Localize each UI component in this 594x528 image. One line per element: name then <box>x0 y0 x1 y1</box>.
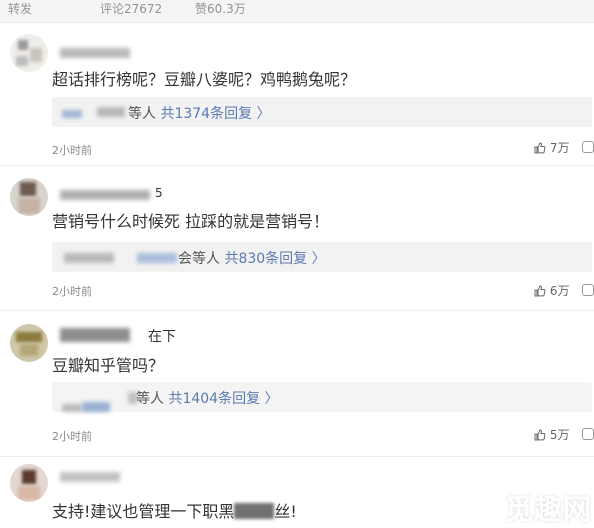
watermark-logo: 觅趣网 <box>505 493 593 526</box>
thumb-up-icon <box>534 142 546 154</box>
text-mosaic <box>234 503 275 519</box>
comment-time: 2小时前 <box>52 144 92 157</box>
like-count-text: 7万 <box>549 141 570 155</box>
username-mosaic[interactable] <box>60 472 120 482</box>
reply-users: 会等人 <box>178 251 220 267</box>
thumb-up-icon <box>534 285 546 297</box>
comment-text: 豆瓣知乎管吗？ <box>52 356 165 375</box>
reply-count-link[interactable]: 共830条回复 <box>224 251 307 267</box>
username-tail[interactable]: 5 <box>155 186 163 200</box>
like-button[interactable]: 5万 <box>534 426 569 443</box>
comment-text-end: 丝! <box>274 502 297 521</box>
divider <box>0 456 594 457</box>
username-mosaic[interactable] <box>60 190 150 200</box>
chevron-right-icon: 〉 <box>311 251 326 267</box>
divider <box>0 310 594 311</box>
reply-users: 等人 <box>128 106 156 122</box>
reply-summary-text: 等人 共1404条回复 〉 <box>136 388 279 408</box>
divider <box>0 165 594 166</box>
comment-time: 2小时前 <box>52 430 92 443</box>
reply-summary[interactable]: 等人 共1404条回复 〉 <box>52 382 592 412</box>
avatar[interactable] <box>10 34 48 72</box>
like-count-text: 6万 <box>549 284 570 298</box>
reply-summary[interactable]: 等人 共1374条回复 〉 <box>52 97 592 127</box>
avatar[interactable] <box>10 324 48 362</box>
comment-item: 5 营销号什么时候死 拉踩的就是营销号！ 会等人 共830条回复 〉 2小时前 … <box>0 170 594 305</box>
comment-text: 营销号什么时候死 拉踩的就是营销号！ <box>52 212 330 231</box>
like-count-text: 5万 <box>549 428 570 442</box>
like-button[interactable]: 7万 <box>534 139 569 156</box>
like-count[interactable]: 赞60.3万 <box>195 0 246 17</box>
like-button[interactable]: 6万 <box>534 282 569 299</box>
comment-time: 2小时前 <box>52 285 92 298</box>
reply-summary[interactable]: 会等人 共830条回复 〉 <box>52 242 592 272</box>
stats-bar: 转发 评论27672 赞60.3万 <box>0 0 594 23</box>
comment-text: 支持!建议也管理一下职黑 丝! <box>52 498 297 522</box>
forward-count[interactable]: 转发 <box>8 0 32 17</box>
comment-bubble-icon[interactable] <box>582 428 594 440</box>
comment-text-start: 支持!建议也管理一下职黑 <box>52 502 235 521</box>
chevron-right-icon: 〉 <box>264 391 279 407</box>
username-mosaic[interactable] <box>60 48 130 58</box>
username-mosaic[interactable] <box>60 328 130 342</box>
reply-summary-text: 会等人 共830条回复 〉 <box>178 248 326 268</box>
comment-bubble-icon[interactable] <box>582 284 594 296</box>
comment-bubble-icon[interactable] <box>582 141 594 153</box>
reply-users: 等人 <box>136 391 164 407</box>
chevron-right-icon: 〉 <box>256 106 271 122</box>
reply-count-link[interactable]: 共1374条回复 <box>160 106 252 122</box>
reply-summary-text: 等人 共1374条回复 〉 <box>128 103 271 123</box>
comment-item: 超话排行榜呢？豆瓣八婆呢？鸡鸭鹅兔呢？ 等人 共1374条回复 〉 2小时前 7… <box>0 30 594 158</box>
thumb-up-icon <box>534 429 546 441</box>
comment-text: 超话排行榜呢？豆瓣八婆呢？鸡鸭鹅兔呢？ <box>52 70 357 89</box>
avatar[interactable] <box>10 178 48 216</box>
reply-count-link[interactable]: 共1404条回复 <box>168 391 260 407</box>
username-tail[interactable]: 在下 <box>148 326 176 346</box>
comment-count[interactable]: 评论27672 <box>100 0 162 17</box>
avatar[interactable] <box>10 464 48 502</box>
comment-item: 在下 豆瓣知乎管吗？ 等人 共1404条回复 〉 2小时前 5万 <box>0 318 594 453</box>
